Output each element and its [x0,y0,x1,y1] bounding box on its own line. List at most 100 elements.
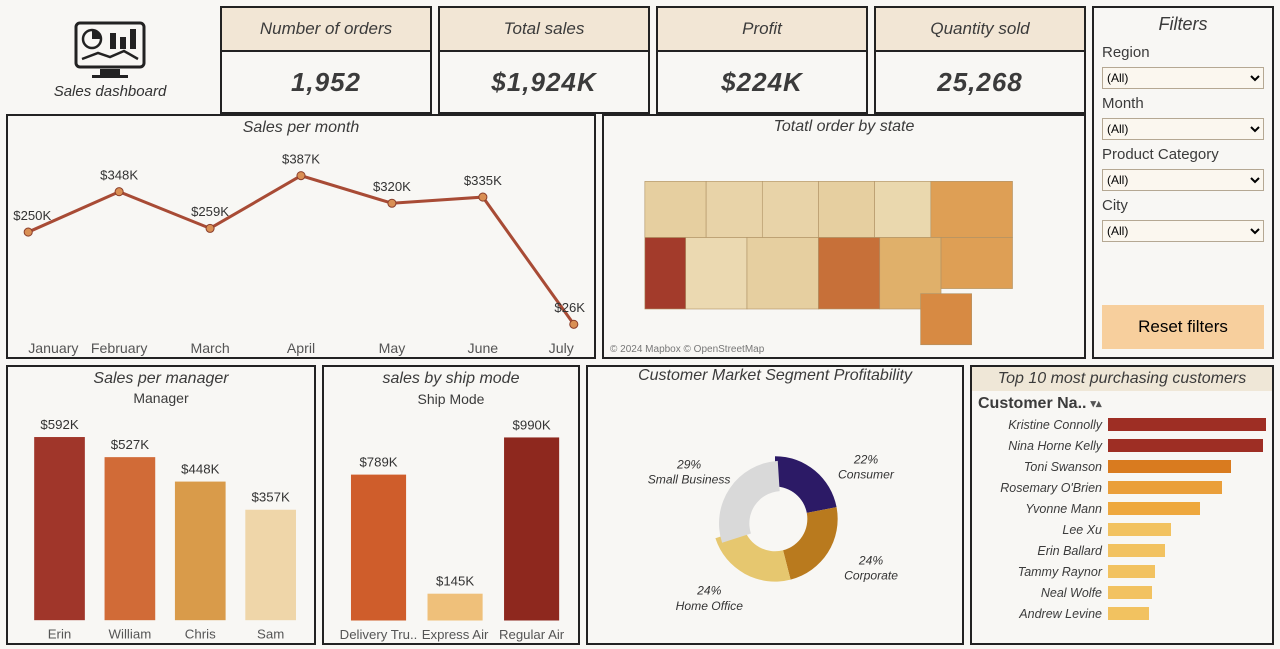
svg-text:March: March [190,340,229,356]
svg-text:May: May [379,340,407,356]
customer-row[interactable]: Toni Swanson [978,457,1266,476]
kpi-qty: Quantity sold 25,268 [874,6,1086,114]
filter-city-select[interactable]: (All) [1102,220,1264,242]
customer-row[interactable]: Andrew Levine [978,604,1266,623]
segment-profitability-panel: Customer Market Segment Profitability 22… [586,365,964,645]
customer-row[interactable]: Erin Ballard [978,541,1266,560]
sales-by-shipmode-sub: Ship Mode [324,391,578,407]
svg-text:$259K: $259K [191,204,229,219]
map-credits: © 2024 Mapbox © OpenStreetMap [610,344,764,355]
svg-text:$145K: $145K [436,574,474,589]
svg-text:June: June [468,340,499,356]
reset-filters-button[interactable]: Reset filters [1102,305,1264,349]
filter-city-label: City [1102,197,1264,214]
svg-text:Sam: Sam [257,627,284,642]
svg-text:$357K: $357K [251,490,289,505]
kpi-sales-label: Total sales [440,8,648,52]
svg-text:July: July [549,340,575,356]
customer-name: Andrew Levine [978,607,1102,621]
top-customers-panel: Top 10 most purchasing customers Custome… [970,365,1274,645]
kpi-profit-label: Profit [658,8,866,52]
svg-text:$348K: $348K [100,167,138,182]
svg-text:April: April [287,340,315,356]
customer-row[interactable]: Yvonne Mann [978,499,1266,518]
filters-panel: Filters Region (All) Month (All) Product… [1092,6,1274,359]
sales-per-manager-title: Sales per manager [8,367,314,390]
sort-icon: ▾▴ [1090,399,1101,410]
svg-text:Regular Air: Regular Air [499,627,565,642]
dashboard-icon [70,21,150,79]
customer-row[interactable]: Lee Xu [978,520,1266,539]
filters-title: Filters [1102,12,1264,36]
svg-text:William: William [109,627,152,642]
customer-name: Yvonne Mann [978,502,1102,516]
customer-name: Neal Wolfe [978,586,1102,600]
kpi-profit: Profit $224K [656,6,868,114]
kpi-orders-value: 1,952 [222,52,430,112]
svg-text:Express Air: Express Air [422,627,489,642]
svg-text:$789K: $789K [359,454,397,469]
svg-text:$320K: $320K [373,179,411,194]
filter-region-select[interactable]: (All) [1102,67,1264,89]
sales-per-month-title: Sales per month [8,116,594,140]
sales-per-manager-panel: Sales per manager Manager $592K Erin $527K… [6,365,316,645]
svg-text:Small Business: Small Business [648,473,731,487]
filter-month-label: Month [1102,95,1264,112]
customer-row[interactable]: Nina Horne Kelly [978,436,1266,455]
customer-name: Rosemary O'Brien [978,481,1102,495]
orders-by-state-map[interactable]: © 2024 Mapbox © OpenStreetMap [604,138,1084,357]
sales-per-manager-sub: Manager [8,390,314,406]
top-customers-chart[interactable]: Kristine Connolly Nina Horne Kelly Toni … [972,415,1272,627]
svg-text:Home Office: Home Office [676,599,744,613]
sales-by-shipmode-panel: sales by ship mode Ship Mode $789K Delive… [322,365,580,645]
filter-product-label: Product Category [1102,146,1264,163]
segment-profitability-title: Customer Market Segment Profitability [588,367,962,385]
customer-row[interactable]: Rosemary O'Brien [978,478,1266,497]
sales-per-month-panel: Sales per month $250K $348K $259K $387K $320… [6,114,596,359]
sales-by-shipmode-chart[interactable]: $789K Delivery Tru.. $145K Express Air $990K… [324,407,578,643]
svg-text:$335K: $335K [464,173,502,188]
customer-name: Nina Horne Kelly [978,439,1102,453]
kpi-qty-value: 25,268 [876,52,1084,112]
svg-text:$250K: $250K [13,208,51,223]
kpi-profit-value: $224K [658,52,866,112]
kpi-orders-label: Number of orders [222,8,430,52]
svg-text:$448K: $448K [181,462,219,477]
svg-text:Consumer: Consumer [838,468,895,482]
svg-text:$387K: $387K [282,151,320,166]
svg-text:$990K: $990K [513,417,551,432]
dashboard-title: Sales dashboard [54,83,167,100]
segment-profitability-chart[interactable]: 22%Consumer24%Corporate24%Home Office29%… [588,385,962,643]
customer-name: Toni Swanson [978,460,1102,474]
orders-by-state-panel: Totatl order by state [602,114,1086,359]
svg-text:Chris: Chris [185,627,216,642]
kpi-sales: Total sales $1,924K [438,6,650,114]
customer-name: Kristine Connolly [978,418,1102,432]
kpi-qty-label: Quantity sold [876,8,1084,52]
sales-per-month-chart[interactable]: $250K $348K $259K $387K $320K $335K $26K Januar… [8,140,594,357]
top-customers-title: Top 10 most purchasing customers [972,367,1272,391]
svg-text:February: February [91,340,148,356]
svg-text:$527K: $527K [111,437,149,452]
svg-text:Delivery Tru..: Delivery Tru.. [340,627,418,642]
svg-text:Corporate: Corporate [844,569,898,583]
top-customers-header[interactable]: Customer Na.. ▾▴ [972,391,1272,415]
filter-product-select[interactable]: (All) [1102,169,1264,191]
svg-text:24%: 24% [696,584,721,598]
filter-region-label: Region [1102,44,1264,61]
orders-by-state-title: Totatl order by state [604,116,1084,138]
svg-text:$592K: $592K [40,417,78,432]
svg-text:$26K: $26K [554,300,585,315]
kpi-sales-value: $1,924K [440,52,648,112]
svg-text:Erin: Erin [48,627,72,642]
customer-row[interactable]: Tammy Raynor [978,562,1266,581]
svg-text:January: January [28,340,79,356]
kpi-orders: Number of orders 1,952 [220,6,432,114]
svg-text:24%: 24% [858,554,883,568]
svg-text:22%: 22% [853,453,878,467]
customer-row[interactable]: Neal Wolfe [978,583,1266,602]
filter-month-select[interactable]: (All) [1102,118,1264,140]
customer-row[interactable]: Kristine Connolly [978,415,1266,434]
sales-per-manager-chart[interactable]: $592K Erin $527K William $448K Chris $357K Sam [8,406,314,643]
sales-by-shipmode-title: sales by ship mode [324,367,578,391]
